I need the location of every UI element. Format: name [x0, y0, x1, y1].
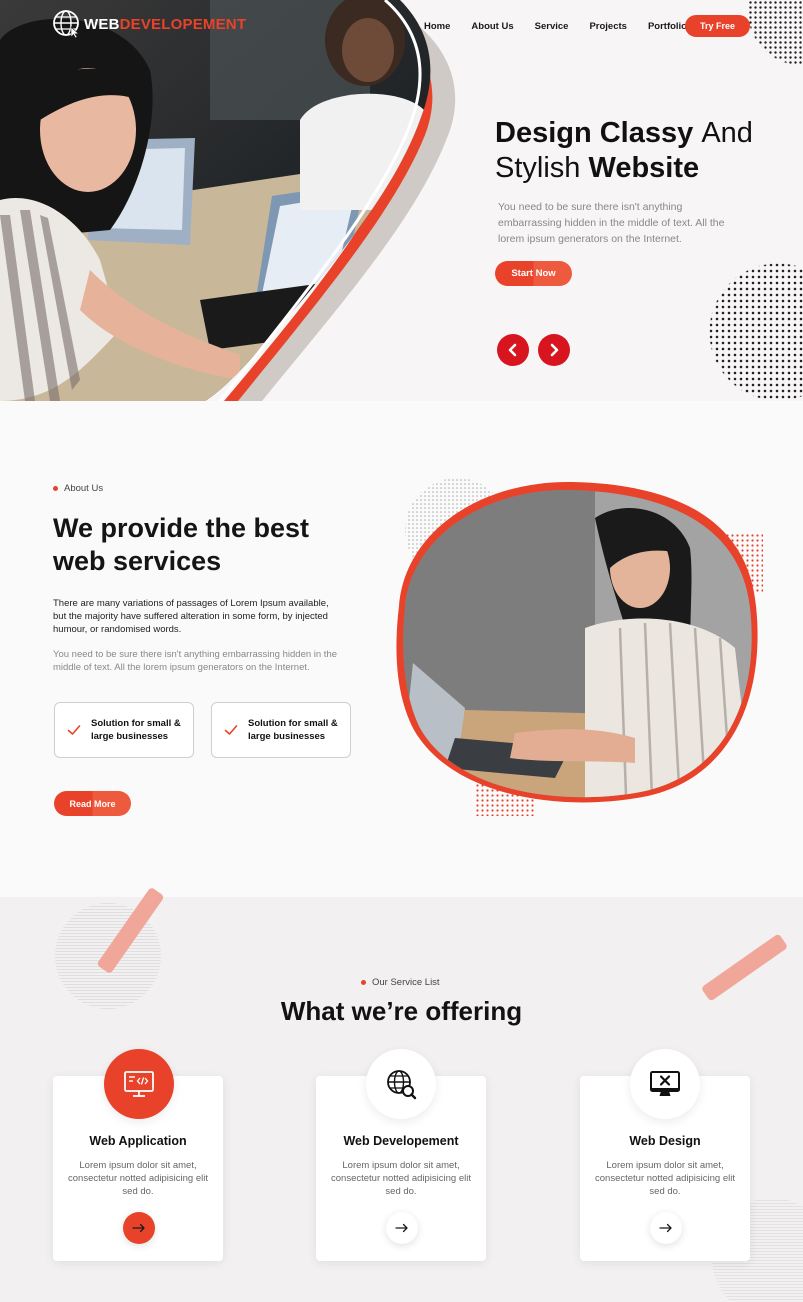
feature-card: Solution for small & large businesses: [211, 702, 351, 758]
service-icon-badge: [630, 1049, 700, 1119]
about-title-line1: We provide the best: [53, 513, 310, 543]
logo-text-dev: DEVELOPEMENT: [119, 15, 247, 33]
start-now-button[interactable]: Start Now: [495, 261, 572, 286]
about-title: We provide the best web services: [53, 512, 309, 578]
about-eyebrow-label: About Us: [64, 483, 104, 494]
service-card-desc: Lorem ipsum dolor sit amet, consectetur …: [68, 1160, 208, 1197]
feature-text-line2: large businesses: [91, 731, 169, 742]
service-card-title: Web Developement: [343, 1134, 459, 1148]
feature-text-line1: Solution for small &: [248, 718, 338, 729]
hero-title-light-1: And: [701, 117, 753, 149]
eyebrow-dot: [53, 486, 58, 491]
nav-about-us[interactable]: About Us: [471, 21, 513, 32]
globe-logo-icon: [53, 10, 80, 39]
chevron-right-icon: [550, 343, 559, 357]
arrow-right-icon: [132, 1223, 145, 1233]
nav-portfolio[interactable]: Portfolio: [648, 21, 687, 32]
service-card-desc: Lorem ipsum dolor sit amet, consectetur …: [595, 1160, 735, 1197]
about-paragraph-bold: There are many variations of passages of…: [53, 598, 329, 635]
eyebrow-dot: [361, 980, 366, 985]
arrow-right-icon: [395, 1223, 408, 1233]
read-more-button[interactable]: Read More: [54, 791, 131, 816]
dot-pattern-top: [733, 0, 803, 76]
service-icon-badge: [104, 1049, 174, 1119]
feature-text-line1: Solution for small &: [91, 718, 181, 729]
arrow-right-icon: [659, 1223, 672, 1233]
logo-text-web: WEB: [84, 15, 120, 33]
about-paragraph-light: You need to be sure there isn't anything…: [53, 649, 338, 673]
hero-title-bold-2: Website: [588, 152, 700, 184]
hero-title: Design Classy And Stylish Website: [495, 116, 753, 186]
service-card-arrow-button[interactable]: [123, 1212, 155, 1244]
services-title: What we’re offering: [280, 996, 523, 1026]
try-free-button[interactable]: Try Free: [685, 15, 750, 37]
hero-title-light-2: Stylish: [495, 152, 581, 184]
slider-next-button[interactable]: [538, 334, 570, 366]
hero-photo: [0, 0, 456, 401]
hero-section: WEBDEVELOPEMENT Home About Us Service Pr…: [0, 0, 803, 401]
slider-prev-button[interactable]: [497, 334, 529, 366]
dot-pattern-right: [708, 262, 803, 401]
service-card-title: Web Design: [629, 1134, 701, 1148]
services-eyebrow: Our Service List: [361, 977, 440, 988]
chevron-left-icon: [508, 343, 517, 357]
service-card-desc: Lorem ipsum dolor sit amet, consectetur …: [331, 1160, 471, 1197]
globe-search-icon: [387, 1070, 417, 1100]
hero-title-bold-1: Design Classy: [495, 117, 694, 149]
main-nav: Home About Us Service Projects Portfolio: [424, 21, 708, 32]
feature-text-line2: large businesses: [248, 731, 326, 742]
nav-home[interactable]: Home: [424, 21, 450, 32]
about-eyebrow: About Us: [53, 483, 103, 494]
brand-logo[interactable]: WEBDEVELOPEMENT: [52, 8, 246, 40]
service-icon-badge: [366, 1049, 436, 1119]
services-eyebrow-label: Our Service List: [372, 977, 440, 988]
about-title-line2: web services: [53, 546, 222, 576]
feature-card: Solution for small & large businesses: [54, 702, 194, 758]
service-card-arrow-button[interactable]: [650, 1212, 682, 1244]
nav-service[interactable]: Service: [535, 21, 569, 32]
service-card-arrow-button[interactable]: [386, 1212, 418, 1244]
nav-projects[interactable]: Projects: [589, 21, 627, 32]
check-icon: [224, 725, 238, 735]
hero-description: You need to be sure there isn't anything…: [498, 201, 725, 245]
service-card-title: Web Application: [89, 1134, 187, 1148]
monitor-x-icon: [650, 1071, 680, 1096]
code-monitor-icon: [124, 1071, 154, 1097]
check-icon: [67, 725, 81, 735]
about-photo: [396, 478, 763, 816]
